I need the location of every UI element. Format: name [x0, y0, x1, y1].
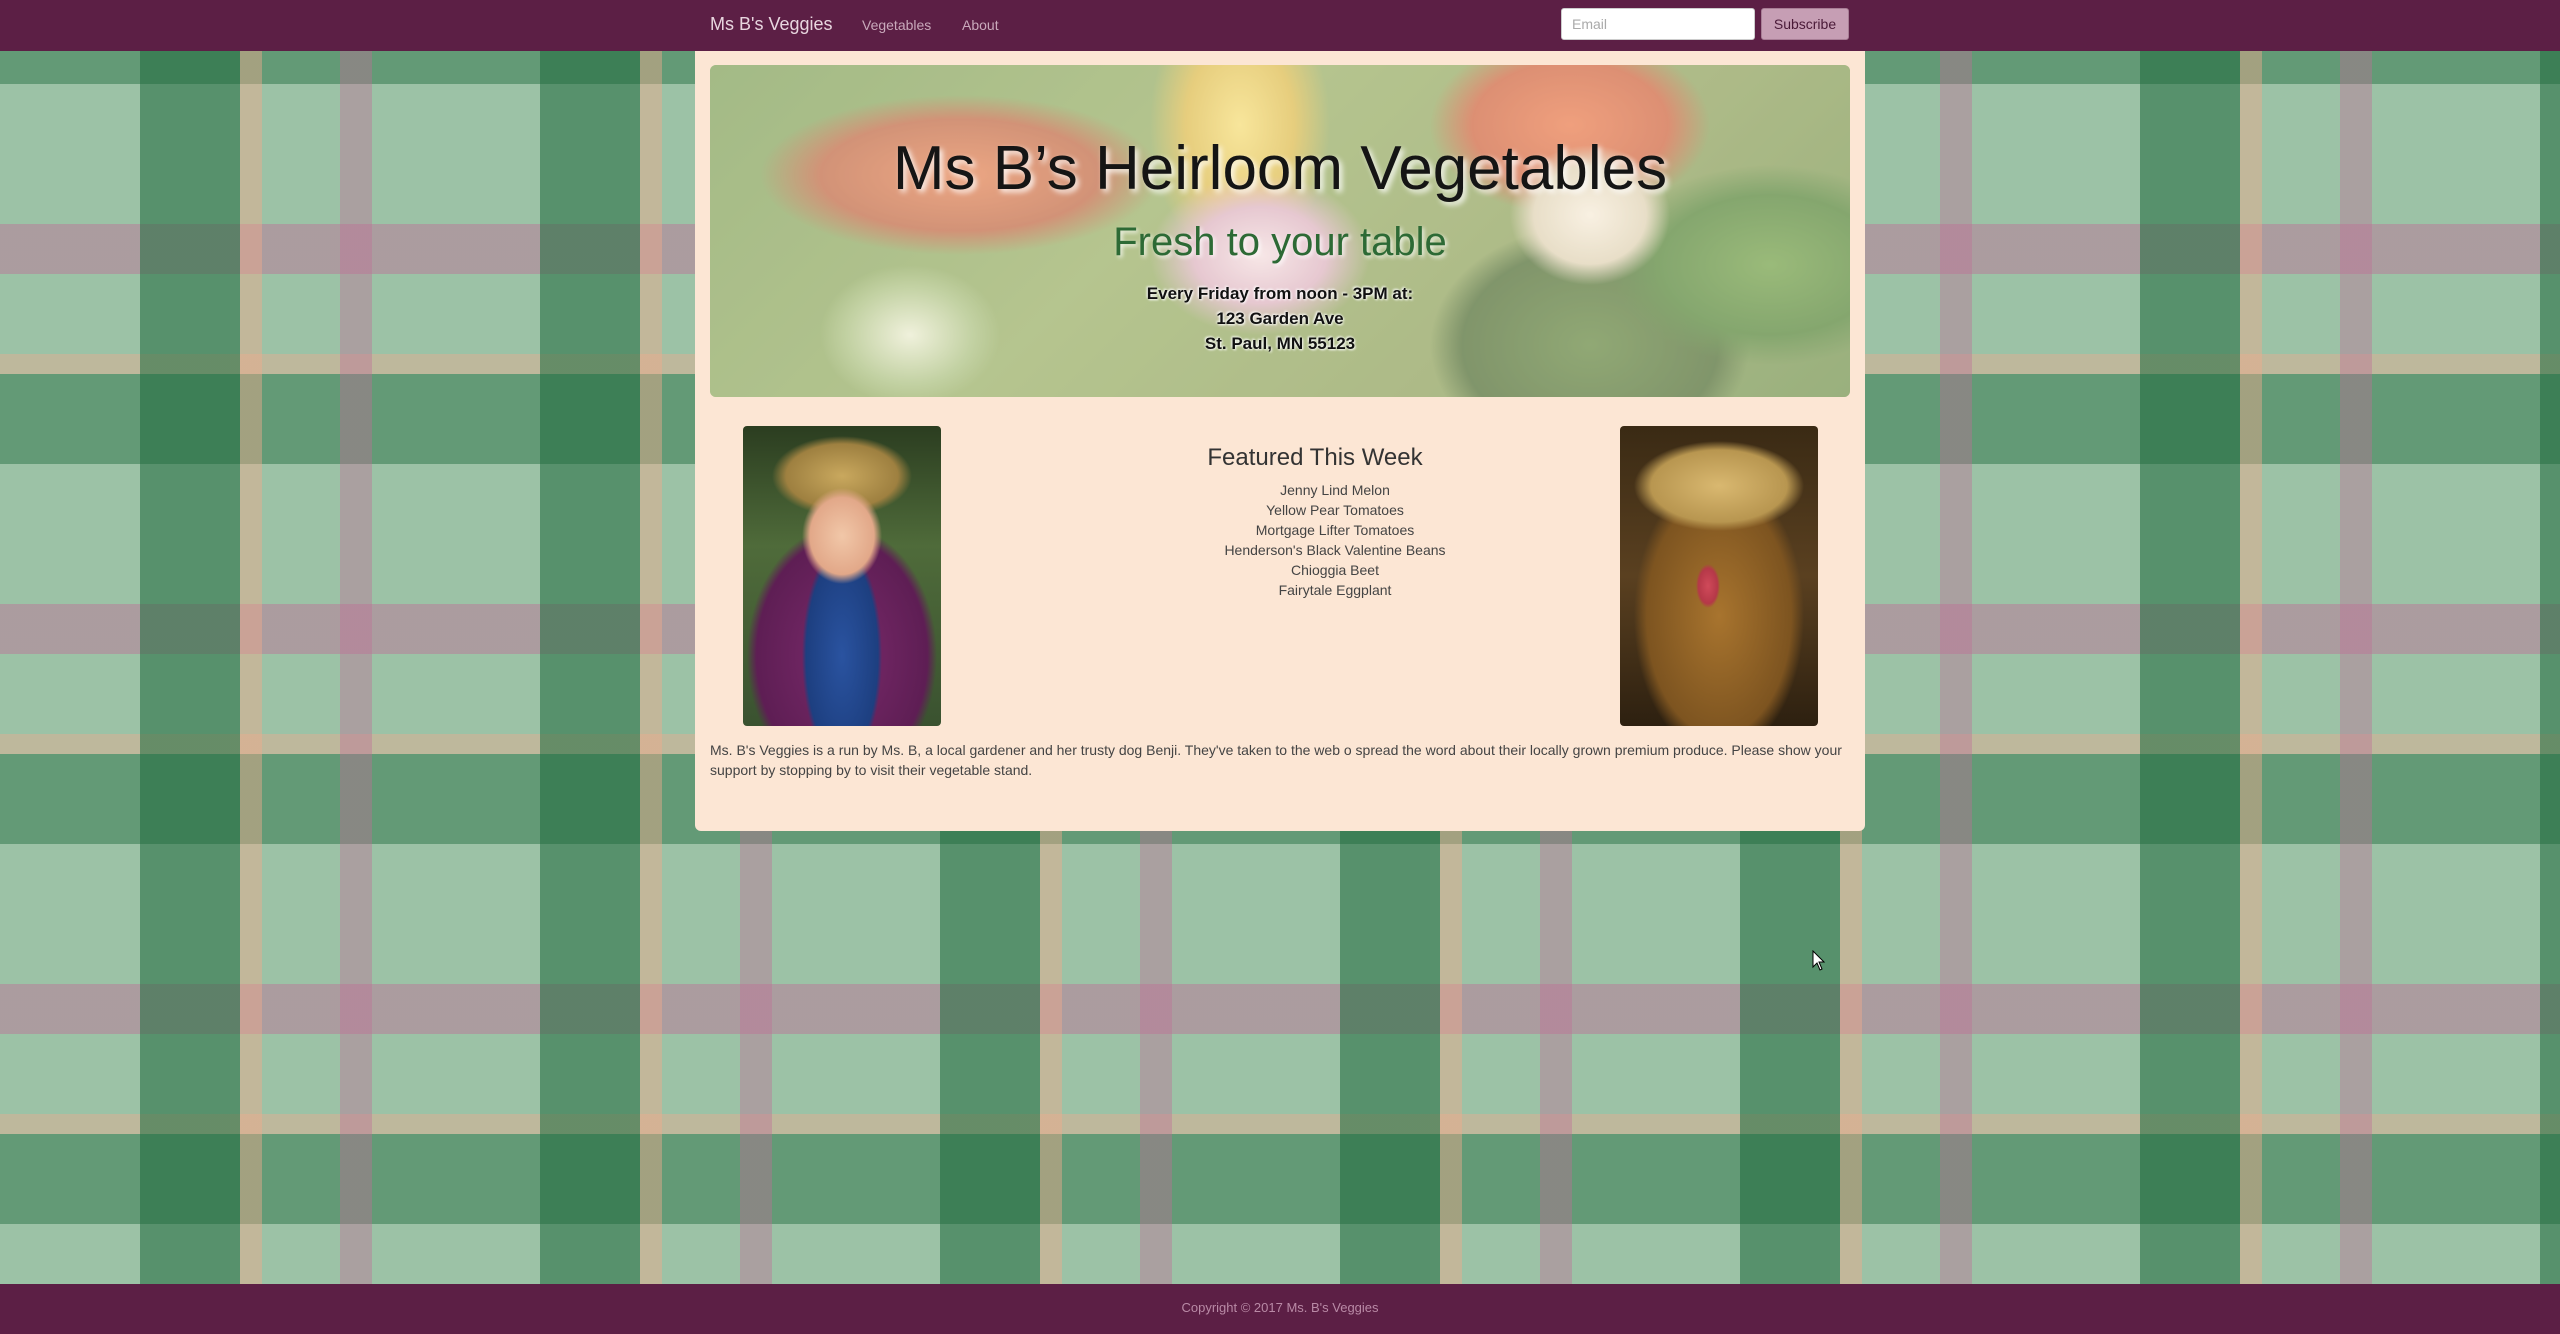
featured-item: Henderson's Black Valentine Beans — [1224, 542, 1446, 558]
featured-list: Jenny Lind Melon Yellow Pear Tomatoes Mo… — [1035, 480, 1635, 600]
featured-item: Fairytale Eggplant — [1278, 582, 1392, 598]
featured-item: Jenny Lind Melon — [1280, 482, 1390, 498]
nav-about-link[interactable]: About — [962, 17, 999, 33]
featured-item: Yellow Pear Tomatoes — [1266, 502, 1404, 518]
subscribe-button[interactable]: Subscribe — [1761, 8, 1849, 40]
market-info: Every Friday from noon - 3PM at: 123 Gar… — [710, 281, 1850, 356]
footer: Copyright © 2017 Ms. B's Veggies — [0, 1284, 2560, 1334]
hero-tagline: Fresh to your table — [1113, 220, 1447, 264]
copyright-text: Copyright © 2017 Ms. B's Veggies — [1181, 1300, 1379, 1315]
main-container: Ms B’s Heirloom Vegetables Fresh to your… — [695, 51, 1865, 831]
featured-heading: Featured This Week — [1207, 444, 1423, 471]
email-input[interactable] — [1561, 8, 1755, 40]
benji-dog-photo — [1620, 426, 1818, 726]
ms-b-photo — [743, 426, 941, 726]
nav-vegetables-link[interactable]: Vegetables — [862, 17, 931, 33]
featured-item: Chioggia Beet — [1291, 562, 1379, 578]
featured-item: Mortgage Lifter Tomatoes — [1255, 522, 1415, 538]
hero-title: Ms B’s Heirloom Vegetables — [892, 134, 1668, 203]
brand-link[interactable]: Ms B's Veggies — [710, 14, 833, 35]
navbar: Ms B's Veggies Vegetables About Subscrib… — [0, 0, 2560, 51]
market-address-street: 123 Garden Ave — [1216, 309, 1344, 328]
about-paragraph: Ms. B's Veggies is a run by Ms. B, a loc… — [710, 742, 1842, 778]
market-schedule: Every Friday from noon - 3PM at: — [1146, 284, 1414, 303]
market-address-city: St. Paul, MN 55123 — [1204, 334, 1356, 353]
mouse-pointer-icon — [1812, 950, 1826, 971]
hero-banner: Ms B’s Heirloom Vegetables Fresh to your… — [710, 65, 1850, 397]
